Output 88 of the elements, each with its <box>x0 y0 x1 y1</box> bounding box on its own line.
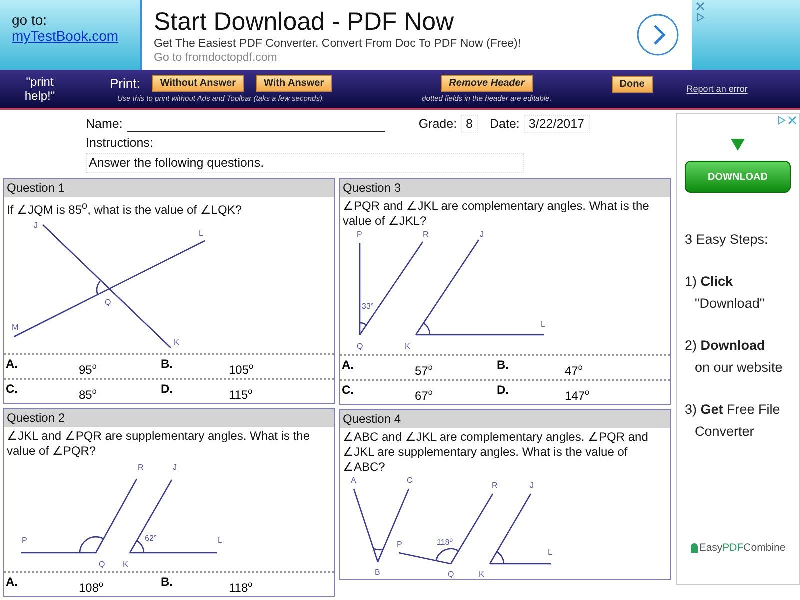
point-label: J <box>530 481 534 490</box>
choice-value: 85$^{o}$ <box>79 387 97 402</box>
date-label: Date: <box>490 117 520 131</box>
choice-value: 118$^{o}$ <box>229 580 253 595</box>
done-button[interactable]: Done <box>612 76 653 92</box>
down-triangle-icon <box>731 139 745 151</box>
step-text: 3) Get Free File Converter <box>685 401 782 441</box>
choice-letter: B. <box>160 356 174 371</box>
point-label: Q <box>105 298 112 307</box>
question-title: Question 1 <box>4 179 334 197</box>
point-label: Q <box>448 570 454 579</box>
ad-choices-icon[interactable] <box>696 13 705 22</box>
choice-letter: C. <box>5 381 19 396</box>
point-label: B <box>375 568 380 577</box>
question-text: ∠JKL and ∠PQR are supplementary angles. What is the value of ∠PQR? <box>6 428 312 459</box>
point-label: R <box>138 463 144 472</box>
choice-letter: B. <box>160 574 174 589</box>
close-icon[interactable] <box>788 116 797 125</box>
point-label: C <box>407 476 413 485</box>
print-button[interactable]: With Answer <box>256 75 332 92</box>
choice-value: 147$^{o}$ <box>565 388 590 403</box>
question-title: Question 3 <box>340 179 670 197</box>
question-text: ∠PQR and ∠JKL are complementary angles. What is the value of ∠JKL? <box>342 198 650 229</box>
point-label: R <box>423 230 429 239</box>
print-button[interactable]: Without Answer <box>152 75 244 92</box>
remove-header-button[interactable]: Remove Header <box>441 75 533 92</box>
point-label: R <box>492 481 498 490</box>
point-label: J <box>173 463 177 472</box>
ad-headline: Start Download - PDF Now <box>154 6 456 36</box>
question-title: Question 4 <box>340 410 670 428</box>
ad-choices-icon[interactable] <box>777 116 786 125</box>
close-icon[interactable] <box>696 2 705 11</box>
grade-value[interactable]: 8 <box>461 115 478 133</box>
point-label: J <box>34 221 38 230</box>
point-label: Q <box>357 342 364 351</box>
grade-label: Grade: <box>418 117 458 131</box>
choice-value: 105$^{o}$ <box>229 362 254 377</box>
question-text: If ∠JQM is 85$^{o}$, what is the value of ∠LQK? <box>6 200 243 218</box>
ad-subtitle: Get The Easiest PDF Converter. Convert From Doc To PDF Now (Free)! <box>154 38 522 50</box>
ad-url: Go to fromdoctopdf.com <box>154 52 278 64</box>
point-label: J <box>480 230 484 239</box>
choice-value: 95$^{o}$ <box>79 362 97 377</box>
choice-letter: B. <box>496 357 510 372</box>
choice-value: 115$^{o}$ <box>229 387 253 402</box>
choice-value: 108$^{o}$ <box>79 580 104 595</box>
point-label: P <box>357 230 362 239</box>
question-text: ∠ABC and ∠JKL are complementary angles. ∠PQR and ∠JKL are supplementary angles. What is the value of ∠ABC? <box>342 429 650 475</box>
choice-value: 57$^{o}$ <box>415 363 433 378</box>
instructions-field[interactable]: Answer the following questions. <box>86 153 524 173</box>
choice-value: 47$^{o}$ <box>565 363 583 378</box>
point-label: K <box>123 560 128 569</box>
choice-letter: A. <box>5 574 19 589</box>
step-text: 1) Click "Download" <box>685 273 766 313</box>
point-label: P <box>397 540 402 549</box>
name-label: Name: <box>86 117 123 131</box>
choice-letter: D. <box>160 381 174 396</box>
site-link[interactable]: myTestBook.com <box>12 28 140 44</box>
point-label: M <box>12 323 19 332</box>
point-label: 118$^{o}$ <box>437 538 454 547</box>
point-label: A <box>351 476 356 485</box>
goto-label: go to: <box>12 12 48 28</box>
brand-logo: EasyPDFCombine <box>690 542 786 554</box>
report-error-link[interactable]: Report an error <box>686 84 748 94</box>
print-help-link[interactable]: "print help!" <box>15 75 65 103</box>
point-label: L <box>548 548 552 557</box>
date-value[interactable]: 3/22/2017 <box>524 115 590 133</box>
question-title: Question 2 <box>4 409 334 427</box>
choice-letter: D. <box>496 382 510 397</box>
point-label: P <box>22 536 28 545</box>
step-text: 2) Download on our website <box>685 337 784 377</box>
point-label: 62° <box>145 534 158 543</box>
choice-letter: A. <box>341 357 355 372</box>
choice-letter: A. <box>5 356 19 371</box>
point-label: K <box>174 338 180 347</box>
print-label: Print: <box>110 76 140 91</box>
point-label: Q <box>99 560 106 569</box>
steps-heading: 3 Easy Steps: <box>685 231 770 249</box>
point-label: L <box>541 320 546 329</box>
choice-value: 67$^{o}$ <box>415 388 433 403</box>
instructions-label: Instructions: <box>86 136 154 150</box>
ad-banner[interactable]: Start Download - PDF Now Get The Easiest PDF Converter. Convert From Doc To PDF Now (Free)! Go to fromdoctopdf.com <box>140 0 692 70</box>
choice-letter: C. <box>341 382 355 397</box>
point-label: K <box>405 342 410 351</box>
point-label: L <box>218 536 222 545</box>
point-label: L <box>199 229 204 238</box>
point-label: 33° <box>362 302 374 311</box>
point-label: K <box>479 570 484 579</box>
chevron-right-icon[interactable] <box>636 13 680 57</box>
